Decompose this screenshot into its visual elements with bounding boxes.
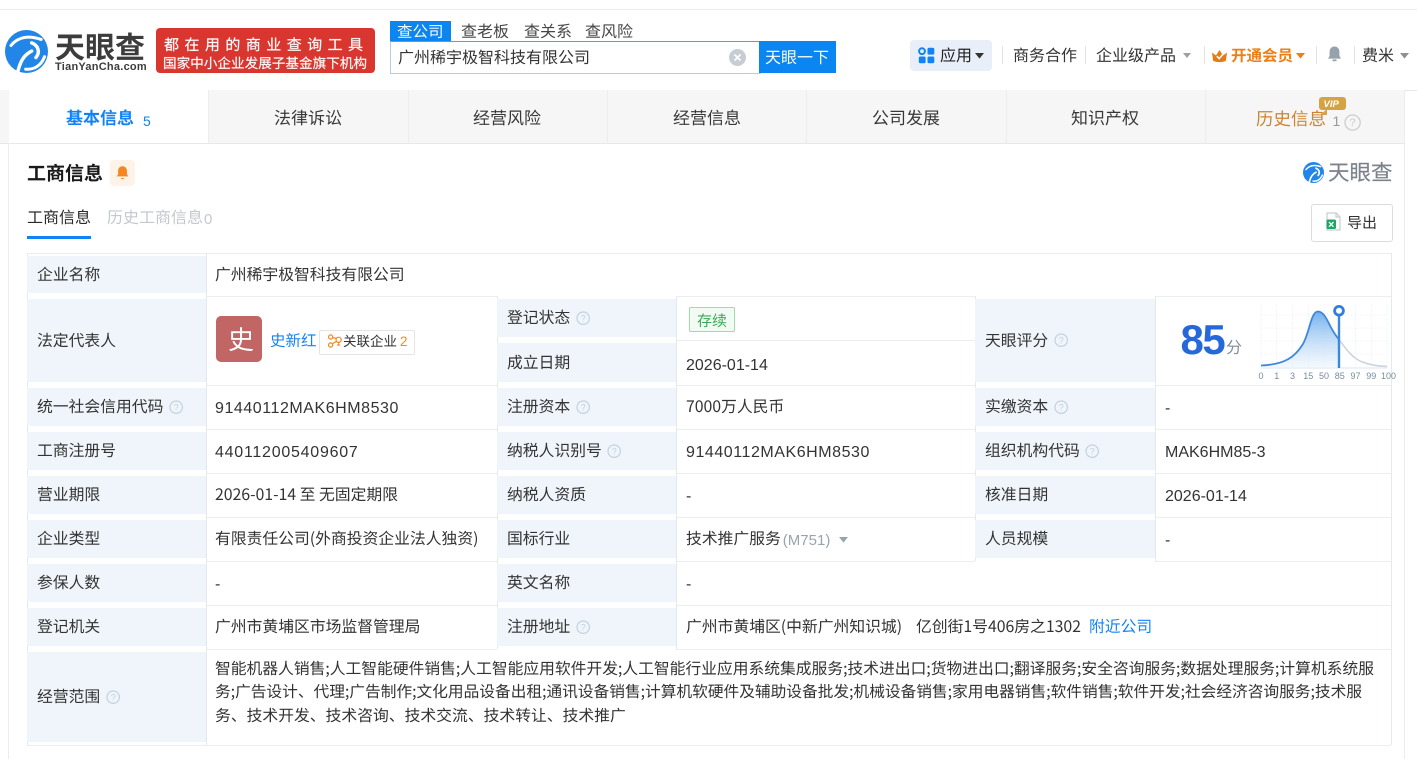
- svg-text:?: ?: [1058, 402, 1063, 412]
- svg-text:?: ?: [110, 692, 115, 702]
- svg-text:?: ?: [1058, 336, 1063, 346]
- svg-text:?: ?: [580, 402, 585, 412]
- svg-text:?: ?: [580, 313, 585, 323]
- svg-text:?: ?: [580, 622, 585, 632]
- svg-text:?: ?: [1349, 116, 1355, 128]
- svg-text:?: ?: [1090, 446, 1095, 456]
- svg-text:?: ?: [173, 402, 178, 412]
- svg-text:?: ?: [612, 446, 617, 456]
